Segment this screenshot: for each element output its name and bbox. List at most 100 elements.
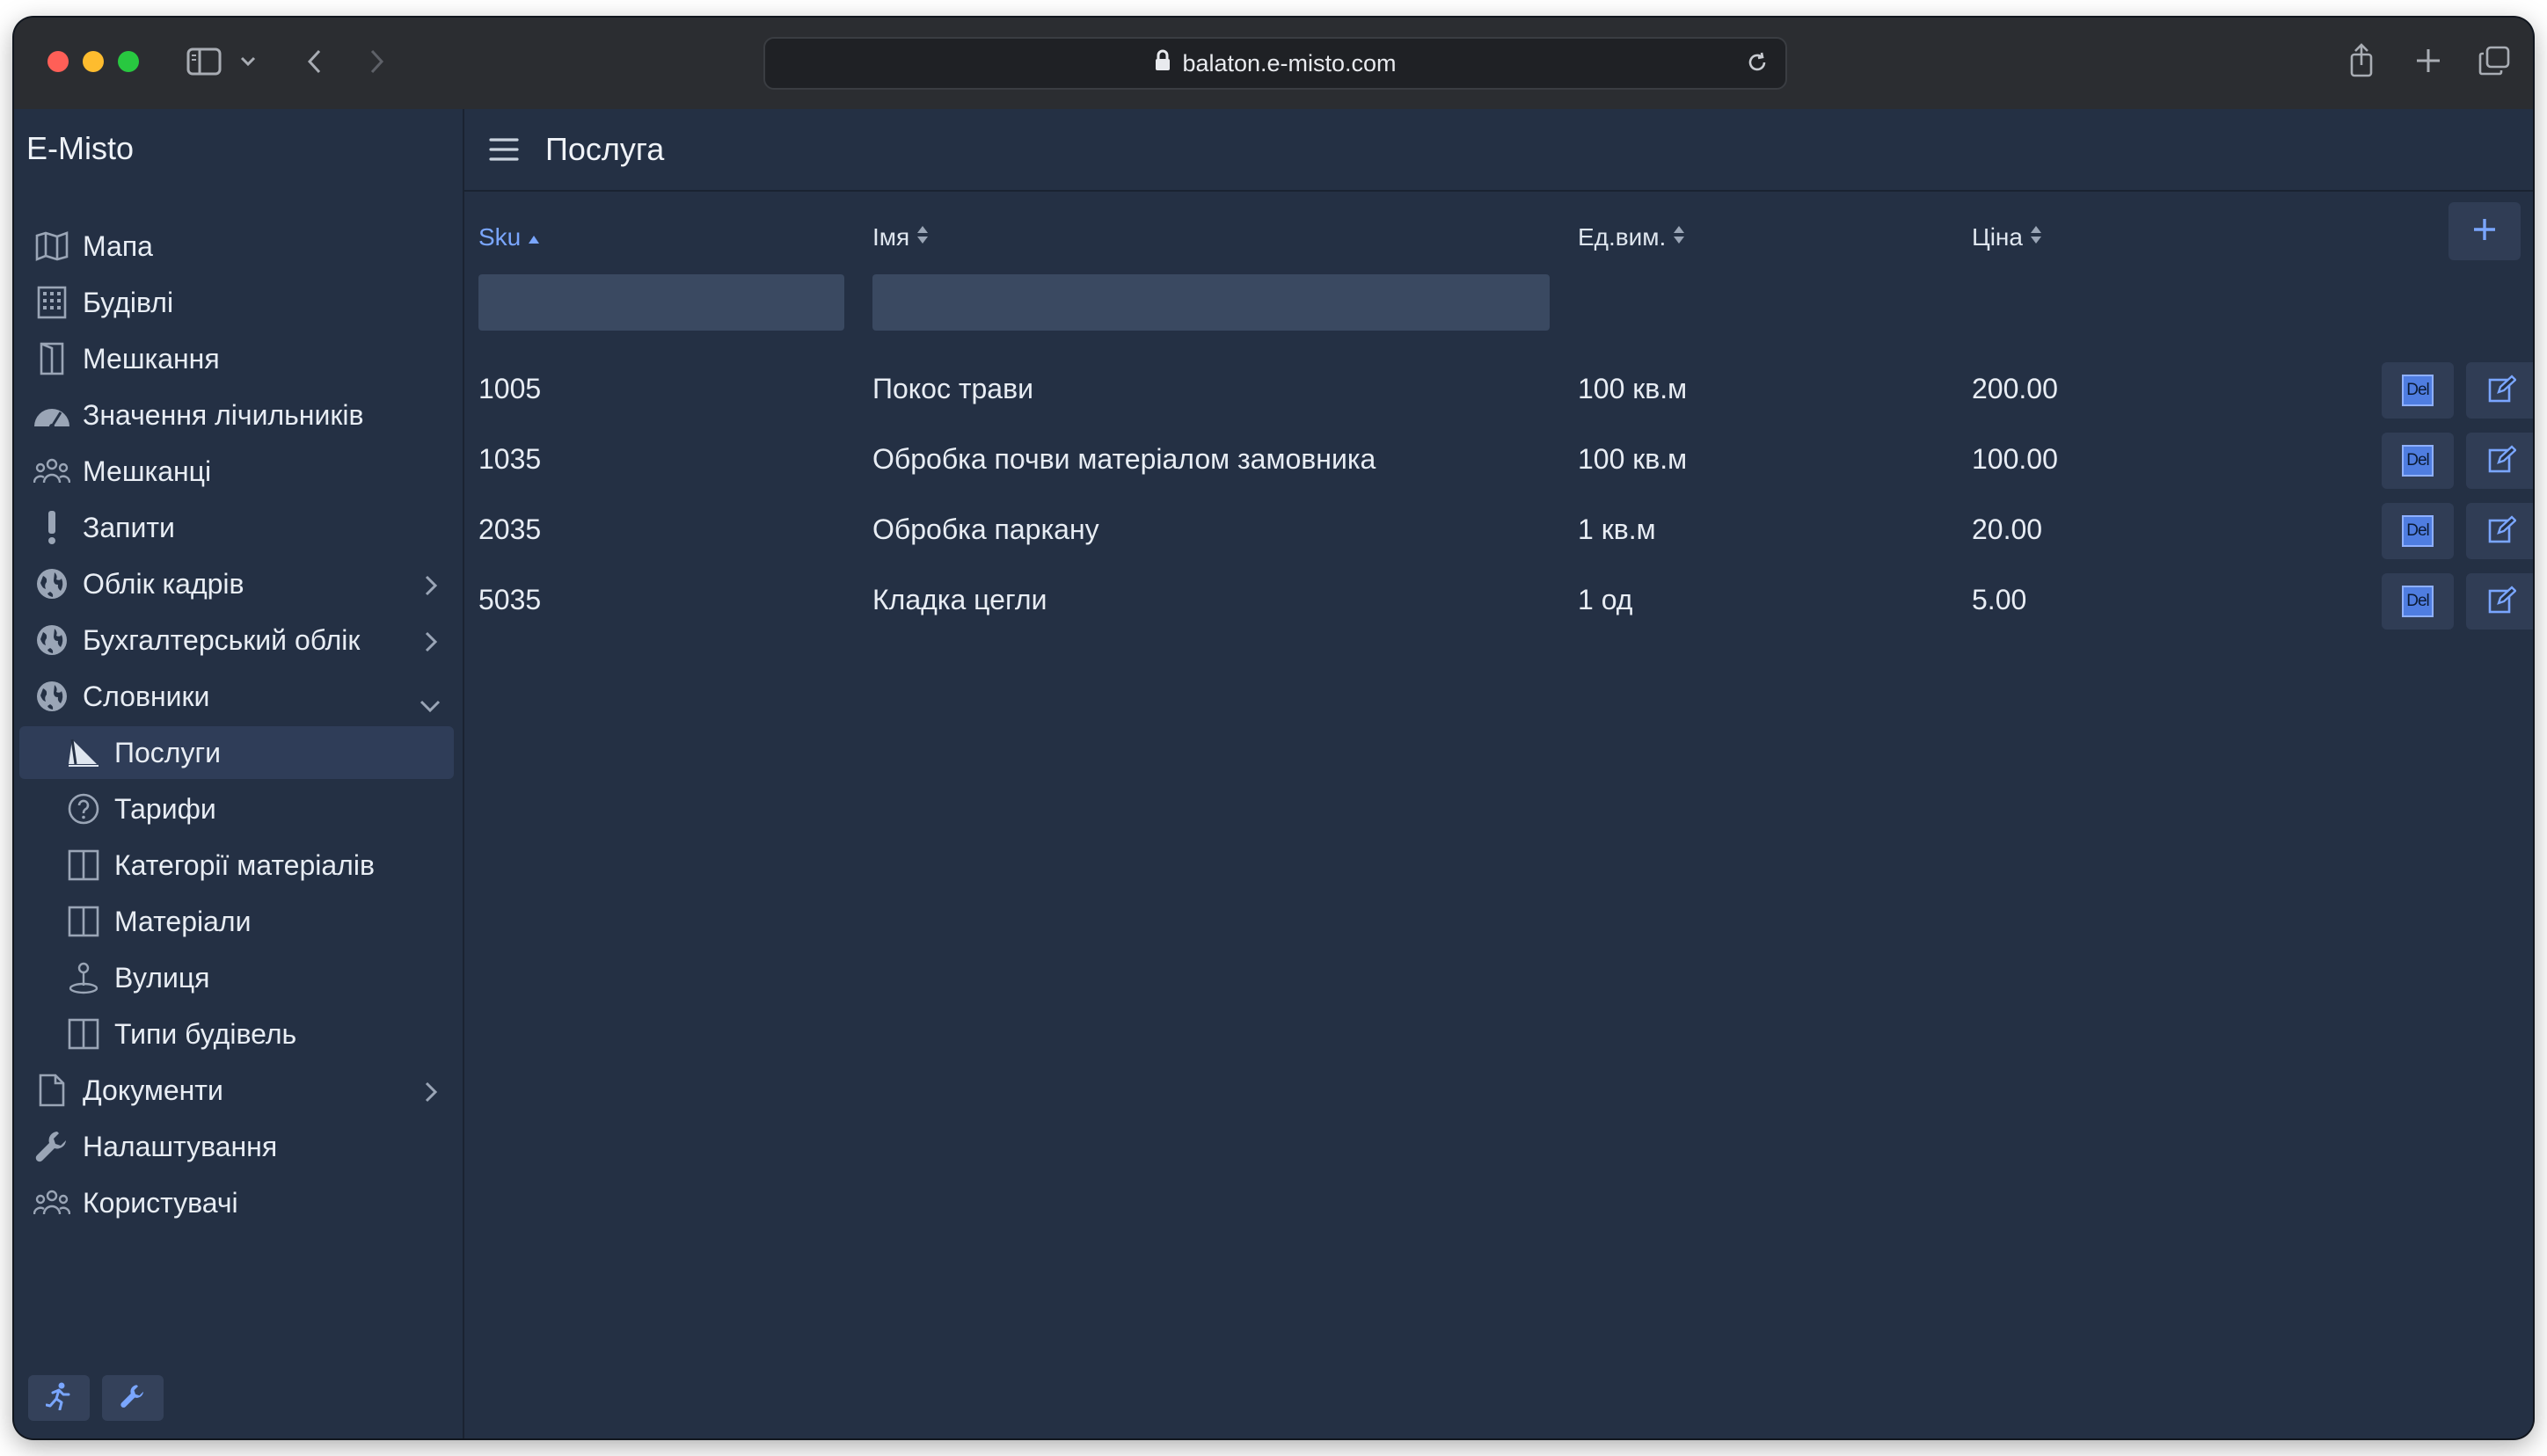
table-row: 5035 Кладка цегли 1 од 5.00 Del xyxy=(464,568,2533,638)
edit-button[interactable] xyxy=(2466,362,2533,419)
delete-button[interactable]: Del xyxy=(2382,362,2454,419)
reload-icon[interactable] xyxy=(1745,50,1770,81)
sidebar-item-label: Послуги xyxy=(114,736,222,768)
cell-name: Покос трави xyxy=(872,373,1033,404)
edit-icon xyxy=(2488,585,2517,618)
sidebar-item-hr[interactable]: Облік кадрів xyxy=(19,557,454,610)
sku-filter-input[interactable] xyxy=(478,274,844,331)
forward-icon[interactable] xyxy=(364,46,390,77)
sidebar-toggle-icon[interactable] xyxy=(185,44,223,79)
cell-sku: 2035 xyxy=(478,513,542,545)
column-header-unit[interactable]: Ед.вим. xyxy=(1578,223,1685,251)
sidebar-item-material-categories[interactable]: Категорії матеріалів xyxy=(19,839,454,892)
sidebar-item-settings[interactable]: Налаштування xyxy=(19,1120,454,1173)
cell-unit: 100 кв.м xyxy=(1578,443,1688,475)
edit-button[interactable] xyxy=(2466,503,2533,559)
delete-icon: Del xyxy=(2402,515,2434,547)
main-content: Послуга Sku Імя Ед.вим. Ціна 1005 Покос … xyxy=(464,109,2533,1438)
table-row: 2035 Обробка паркану 1 кв.м 20.00 Del xyxy=(464,498,2533,568)
delete-icon: Del xyxy=(2402,445,2434,477)
sidebar-item-map[interactable]: Мапа xyxy=(19,220,454,273)
sidebar-item-label: Користувачі xyxy=(83,1186,238,1219)
sail-icon xyxy=(63,732,104,773)
sidebar-item-label: Категорії матеріалів xyxy=(114,848,375,881)
table-row: 1005 Покос трави 100 кв.м 200.00 Del xyxy=(464,357,2533,427)
sidebar-item-streets[interactable]: Вулиця xyxy=(19,951,454,1004)
chevron-right-icon[interactable] xyxy=(424,628,438,660)
page-header: Послуга xyxy=(464,109,2533,192)
url-text: balaton.e-misto.com xyxy=(1182,49,1397,76)
edit-icon xyxy=(2488,444,2517,477)
cell-sku: 1005 xyxy=(478,373,542,404)
delete-button[interactable]: Del xyxy=(2382,573,2454,630)
column-header-price[interactable]: Ціна xyxy=(1972,223,2042,251)
sidebar-item-accounting[interactable]: Бухгалтерський облік xyxy=(19,614,454,666)
sort-ascending-icon xyxy=(521,223,540,251)
browser-window: balaton.e-misto.com E-Misto Мапа Будівлі… xyxy=(14,18,2533,1438)
new-tab-icon[interactable] xyxy=(2413,46,2443,76)
columns-icon xyxy=(63,901,104,942)
sidebar-item-users[interactable]: Користувачі xyxy=(19,1176,454,1229)
run-button[interactable] xyxy=(28,1375,90,1421)
close-window-button[interactable] xyxy=(47,51,69,72)
sidebar-item-label: Значення лічильників xyxy=(83,398,364,431)
chevron-down-icon[interactable] xyxy=(419,688,442,720)
delete-icon: Del xyxy=(2402,375,2434,406)
sidebar-item-label: Типи будівель xyxy=(114,1017,297,1050)
edit-button[interactable] xyxy=(2466,433,2533,489)
sidebar-item-materials[interactable]: Матеріали xyxy=(19,895,454,948)
sidebar-item-label: Будівлі xyxy=(83,286,174,318)
sidebar-item-meter-readings[interactable]: Значення лічильників xyxy=(19,389,454,441)
delete-button[interactable]: Del xyxy=(2382,503,2454,559)
add-service-button[interactable] xyxy=(2448,202,2521,260)
cell-price: 100.00 xyxy=(1972,443,2058,475)
lock-icon xyxy=(1154,49,1171,78)
plus-icon xyxy=(2472,217,2497,246)
people-icon xyxy=(32,451,72,491)
minimize-window-button[interactable] xyxy=(83,51,104,72)
column-header-name[interactable]: Імя xyxy=(872,223,929,251)
chevron-right-icon[interactable] xyxy=(424,571,438,604)
tools-button[interactable] xyxy=(102,1375,164,1421)
edit-button[interactable] xyxy=(2466,573,2533,630)
question-circle-icon xyxy=(63,789,104,829)
cell-unit: 1 од xyxy=(1578,584,1633,615)
sidebar-item-buildings[interactable]: Будівлі xyxy=(19,276,454,329)
delete-button[interactable]: Del xyxy=(2382,433,2454,489)
column-header-sku[interactable]: Sku xyxy=(478,223,540,251)
cell-price: 200.00 xyxy=(1972,373,2058,404)
name-filter-input[interactable] xyxy=(872,274,1550,331)
sidebar-item-label: Вулиця xyxy=(114,961,210,994)
address-bar[interactable]: balaton.e-misto.com xyxy=(763,37,1787,90)
sidebar-item-building-types[interactable]: Типи будівель xyxy=(19,1008,454,1060)
cell-sku: 5035 xyxy=(478,584,542,615)
sidebar-item-label: Матеріали xyxy=(114,905,252,937)
sidebar-item-dictionaries[interactable]: Словники xyxy=(19,670,454,723)
sidebar-item-services[interactable]: Послуги xyxy=(19,726,454,779)
back-icon[interactable] xyxy=(301,46,327,77)
sidebar-item-documents[interactable]: Документи xyxy=(19,1064,454,1117)
share-icon[interactable] xyxy=(2346,40,2376,79)
hamburger-menu-icon[interactable] xyxy=(489,137,519,162)
page-title: Послуга xyxy=(545,131,665,167)
sidebar-item-residents[interactable]: Мешканці xyxy=(19,445,454,498)
sidebar-item-tariffs[interactable]: Тарифи xyxy=(19,783,454,835)
globe-icon xyxy=(32,676,72,717)
building-icon xyxy=(32,282,72,323)
sidebar-item-requests[interactable]: Запити xyxy=(19,501,454,554)
door-icon xyxy=(32,339,72,379)
chevron-down-icon[interactable] xyxy=(237,49,259,74)
browser-toolbar: balaton.e-misto.com xyxy=(14,18,2533,111)
cell-sku: 1035 xyxy=(478,443,542,475)
globe-icon xyxy=(32,564,72,604)
zoom-window-button[interactable] xyxy=(118,51,139,72)
sidebar-item-label: Документи xyxy=(83,1074,223,1106)
document-icon xyxy=(32,1070,72,1110)
edit-icon xyxy=(2488,374,2517,407)
map-icon xyxy=(32,226,72,266)
sidebar-item-label: Налаштування xyxy=(83,1130,278,1162)
sidebar-item-apartments[interactable]: Мешкання xyxy=(19,332,454,385)
globe-icon xyxy=(32,620,72,660)
tab-overview-icon[interactable] xyxy=(2477,44,2512,77)
chevron-right-icon[interactable] xyxy=(424,1078,438,1110)
